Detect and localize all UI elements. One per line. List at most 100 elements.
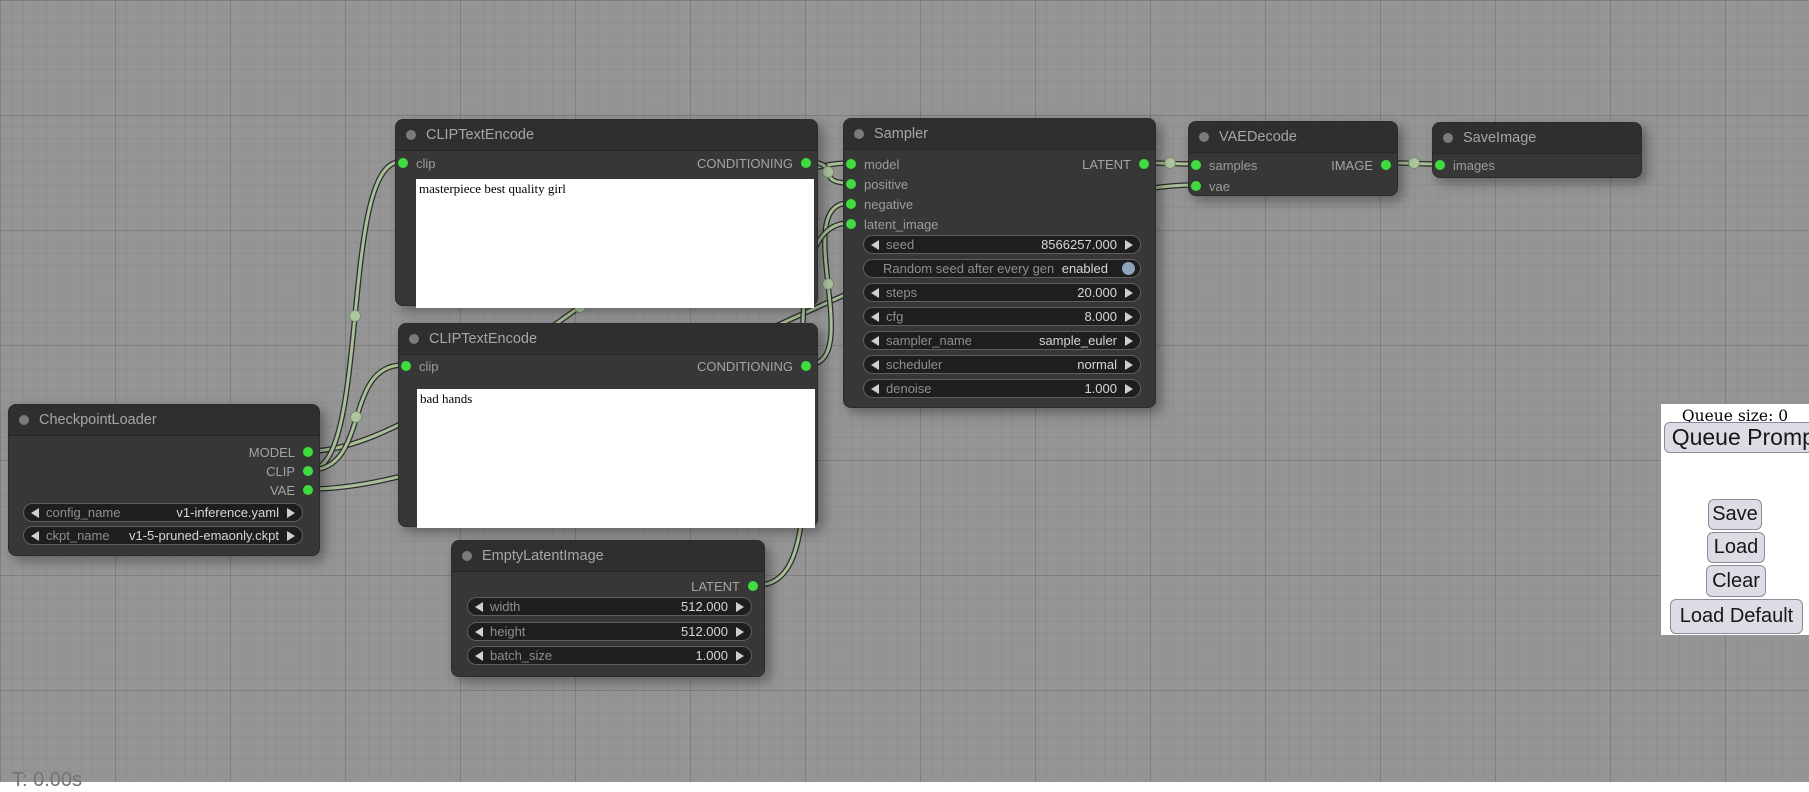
increment-arrow-icon[interactable] — [736, 651, 744, 661]
output-slot-model[interactable]: MODEL — [249, 442, 313, 462]
input-port-icon[interactable] — [398, 158, 408, 168]
node-collapse-icon[interactable] — [409, 334, 419, 344]
node-clip-text-encode-positive[interactable]: CLIPTextEncode clip CONDITIONING masterp… — [395, 119, 818, 306]
output-port-icon[interactable] — [1381, 160, 1391, 170]
node-collapse-icon[interactable] — [1443, 133, 1453, 143]
input-slot-model[interactable]: model — [846, 154, 899, 174]
node-sampler[interactable]: Sampler model positive negative latent_i… — [843, 118, 1156, 408]
increment-arrow-icon[interactable] — [1125, 384, 1133, 394]
clear-button[interactable]: Clear — [1706, 565, 1766, 597]
output-port-icon[interactable] — [801, 158, 811, 168]
node-collapse-icon[interactable] — [406, 130, 416, 140]
decrement-arrow-icon[interactable] — [871, 288, 879, 298]
node-collapse-icon[interactable] — [1199, 132, 1209, 142]
input-slot-clip[interactable]: clip — [398, 153, 436, 173]
input-slot-latent-image[interactable]: latent_image — [846, 214, 938, 234]
node-collapse-icon[interactable] — [854, 129, 864, 139]
input-port-icon[interactable] — [401, 361, 411, 371]
decrement-arrow-icon[interactable] — [31, 508, 39, 518]
output-slot-image[interactable]: IMAGE — [1331, 155, 1391, 175]
widget-denoise[interactable]: denoise 1.000 — [863, 379, 1141, 398]
output-port-icon[interactable] — [303, 447, 313, 457]
output-slot-conditioning[interactable]: CONDITIONING — [697, 153, 811, 173]
input-slot-samples[interactable]: samples — [1191, 155, 1257, 175]
decrement-arrow-icon[interactable] — [31, 531, 39, 541]
widget-cfg[interactable]: cfg 8.000 — [863, 307, 1141, 326]
widget-config-name[interactable]: config_name v1-inference.yaml — [23, 503, 303, 522]
node-title-bar[interactable]: VAEDecode — [1189, 122, 1397, 153]
output-port-icon[interactable] — [303, 485, 313, 495]
widget-scheduler[interactable]: scheduler normal — [863, 355, 1141, 374]
widget-value: 1.000 — [695, 648, 728, 663]
prompt-textarea[interactable]: masterpiece best quality girl — [416, 179, 814, 308]
decrement-arrow-icon[interactable] — [871, 384, 879, 394]
widget-seed[interactable]: seed 8566257.000 — [863, 235, 1141, 254]
node-title-bar[interactable]: SaveImage — [1433, 123, 1641, 154]
node-title-bar[interactable]: CLIPTextEncode — [396, 120, 817, 151]
output-slot-latent[interactable]: LATENT — [691, 576, 758, 596]
widget-batch-size[interactable]: batch_size 1.000 — [467, 646, 752, 665]
queue-prompt-button[interactable]: Queue Prompt — [1664, 422, 1809, 453]
decrement-arrow-icon[interactable] — [871, 336, 879, 346]
node-checkpoint-loader[interactable]: CheckpointLoader MODEL CLIP VAE config_n… — [8, 404, 320, 556]
prompt-textarea[interactable]: bad hands — [417, 389, 815, 528]
widget-ckpt-name[interactable]: ckpt_name v1-5-pruned-emaonly.ckpt — [23, 526, 303, 545]
widget-sampler-name[interactable]: sampler_name sample_euler — [863, 331, 1141, 350]
input-slot-negative[interactable]: negative — [846, 194, 913, 214]
node-vae-decode[interactable]: VAEDecode samples vae IMAGE — [1188, 121, 1398, 196]
node-title-bar[interactable]: Sampler — [844, 119, 1155, 150]
input-port-icon[interactable] — [1191, 181, 1201, 191]
output-port-icon[interactable] — [748, 581, 758, 591]
output-slot-vae[interactable]: VAE — [270, 480, 313, 500]
toggle-circle-icon[interactable] — [1122, 262, 1135, 275]
input-port-icon[interactable] — [846, 179, 856, 189]
widget-steps[interactable]: steps 20.000 — [863, 283, 1141, 302]
input-port-icon[interactable] — [1191, 160, 1201, 170]
node-title-bar[interactable]: EmptyLatentImage — [452, 541, 764, 572]
output-port-icon[interactable] — [1139, 159, 1149, 169]
output-port-icon[interactable] — [303, 466, 313, 476]
input-slot-vae[interactable]: vae — [1191, 176, 1230, 196]
decrement-arrow-icon[interactable] — [475, 651, 483, 661]
input-slot-clip[interactable]: clip — [401, 356, 439, 376]
load-default-button[interactable]: Load Default — [1670, 599, 1803, 634]
node-title-bar[interactable]: CLIPTextEncode — [399, 324, 817, 355]
input-port-icon[interactable] — [846, 159, 856, 169]
node-collapse-icon[interactable] — [462, 551, 472, 561]
output-slot-conditioning[interactable]: CONDITIONING — [697, 356, 811, 376]
increment-arrow-icon[interactable] — [1125, 312, 1133, 322]
increment-arrow-icon[interactable] — [736, 627, 744, 637]
increment-arrow-icon[interactable] — [287, 531, 295, 541]
input-slot-images[interactable]: images — [1435, 155, 1495, 175]
decrement-arrow-icon[interactable] — [475, 627, 483, 637]
increment-arrow-icon[interactable] — [287, 508, 295, 518]
widget-random-seed-toggle[interactable]: Random seed after every gen enabled — [863, 259, 1141, 278]
node-save-image[interactable]: SaveImage images — [1432, 122, 1642, 178]
load-button[interactable]: Load — [1707, 532, 1765, 563]
output-slot-label: LATENT — [691, 579, 740, 594]
input-port-icon[interactable] — [1435, 160, 1445, 170]
increment-arrow-icon[interactable] — [1125, 288, 1133, 298]
decrement-arrow-icon[interactable] — [871, 312, 879, 322]
save-button[interactable]: Save — [1708, 499, 1762, 530]
widget-width[interactable]: width 512.000 — [467, 597, 752, 616]
input-port-icon[interactable] — [846, 219, 856, 229]
increment-arrow-icon[interactable] — [736, 602, 744, 612]
node-empty-latent-image[interactable]: EmptyLatentImage LATENT width 512.000 he… — [451, 540, 765, 677]
node-clip-text-encode-negative[interactable]: CLIPTextEncode clip CONDITIONING bad han… — [398, 323, 818, 527]
widget-height[interactable]: height 512.000 — [467, 622, 752, 641]
increment-arrow-icon[interactable] — [1125, 360, 1133, 370]
output-slot-latent[interactable]: LATENT — [1082, 154, 1149, 174]
node-collapse-icon[interactable] — [19, 415, 29, 425]
decrement-arrow-icon[interactable] — [871, 240, 879, 250]
output-port-icon[interactable] — [801, 361, 811, 371]
increment-arrow-icon[interactable] — [1125, 240, 1133, 250]
output-slot-clip[interactable]: CLIP — [266, 461, 313, 481]
node-title-bar[interactable]: CheckpointLoader — [9, 405, 319, 436]
decrement-arrow-icon[interactable] — [475, 602, 483, 612]
input-port-icon[interactable] — [846, 199, 856, 209]
decrement-arrow-icon[interactable] — [871, 360, 879, 370]
input-slot-positive[interactable]: positive — [846, 174, 908, 194]
increment-arrow-icon[interactable] — [1125, 336, 1133, 346]
graph-canvas[interactable]: CheckpointLoader MODEL CLIP VAE config_n… — [0, 0, 1809, 782]
